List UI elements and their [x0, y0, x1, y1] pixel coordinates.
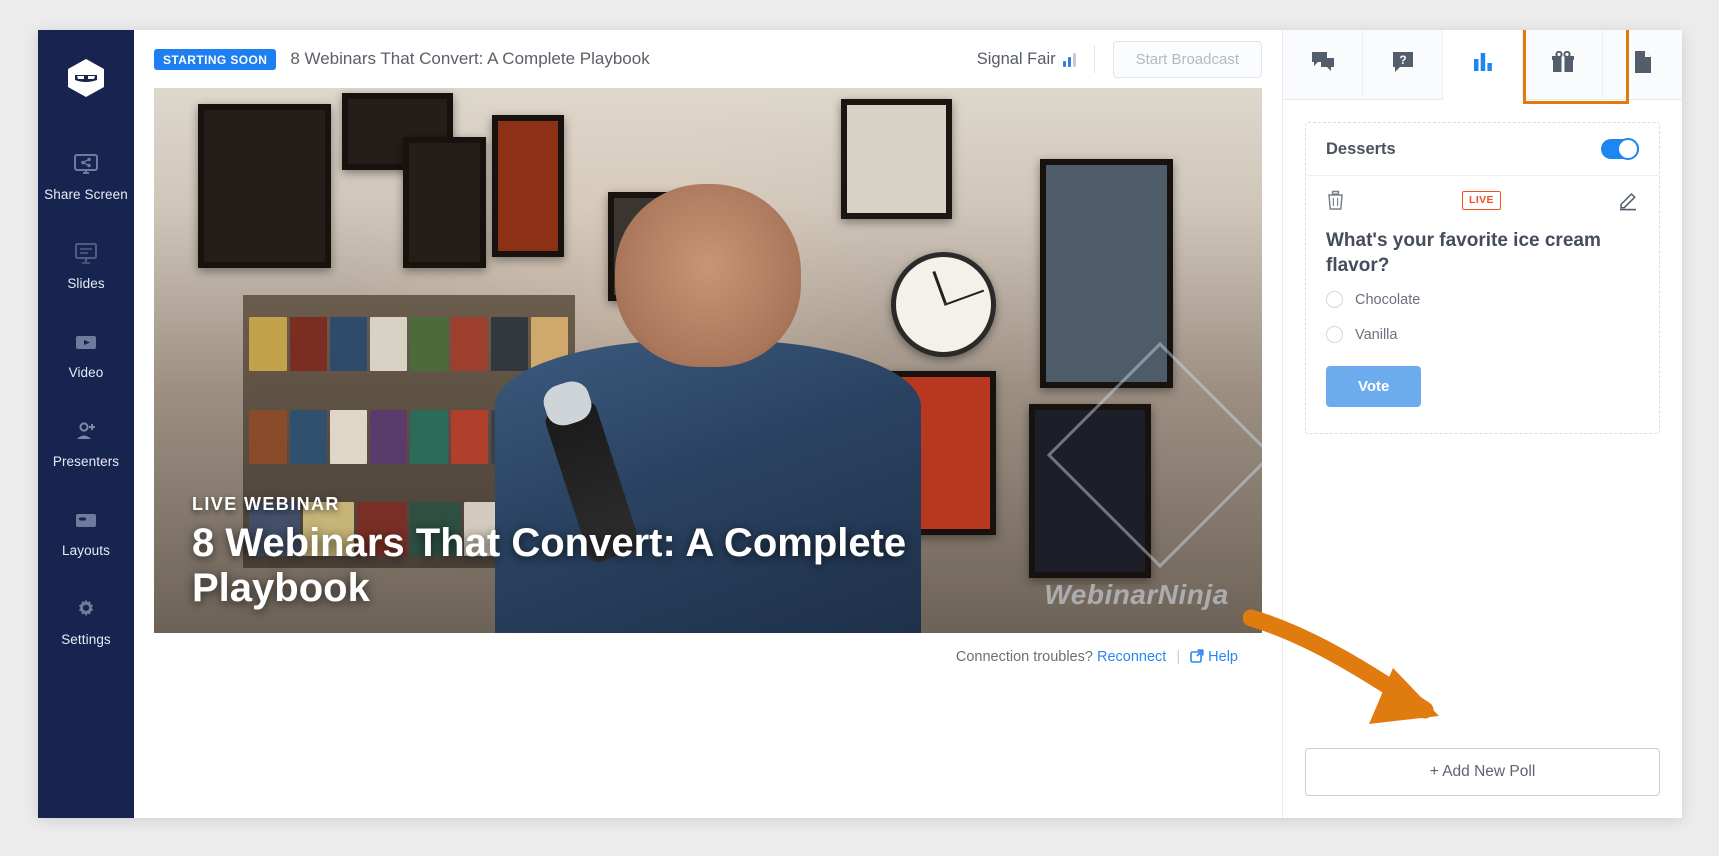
presenter-head — [614, 184, 802, 368]
ninja-mask-logo[interactable] — [64, 56, 108, 105]
document-icon — [1632, 50, 1654, 79]
brand-watermark: WebinarNinja — [1044, 579, 1229, 611]
poll-card-header: Desserts — [1306, 123, 1659, 176]
svg-text:?: ? — [1399, 53, 1406, 67]
sidebar-item-label: Video — [68, 365, 104, 380]
divider — [1093, 45, 1095, 73]
sidebar-item-label: Slides — [67, 276, 105, 291]
panel-tabbar: ? — [1283, 30, 1682, 100]
poll-question: What's your favorite ice cream flavor? — [1326, 230, 1601, 276]
radio-button[interactable] — [1326, 326, 1343, 344]
question-bubble-icon: ? — [1391, 50, 1415, 79]
top-bar-right: Signal Fair Start Broadcast — [976, 40, 1262, 78]
poll-option-chocolate[interactable]: Chocolate — [1306, 282, 1659, 317]
add-new-poll-button[interactable]: + Add New Poll — [1305, 748, 1660, 796]
vote-button[interactable]: Vote — [1326, 366, 1422, 408]
radio-button[interactable] — [1326, 291, 1343, 309]
sidebar-item-video[interactable]: Video — [38, 317, 134, 392]
poll-option-label: Chocolate — [1355, 291, 1421, 308]
tab-chat[interactable] — [1283, 30, 1363, 100]
chat-bubbles-icon — [1310, 50, 1336, 79]
sidebar-item-label: Settings — [61, 632, 111, 647]
sidebar-item-label: Presenters — [52, 454, 120, 469]
gear-icon — [38, 596, 134, 626]
video-preview[interactable]: WebinarNinja LIVE WEBINAR 8 Webinars Tha… — [154, 88, 1262, 633]
wall-poster — [403, 137, 487, 268]
sidebar-item-label: Share Screen — [44, 187, 128, 202]
tab-qa[interactable]: ? — [1363, 30, 1443, 100]
page-title: 8 Webinars That Convert: A Complete Play… — [290, 49, 650, 68]
trash-icon[interactable] — [1326, 190, 1345, 211]
sidebar-item-slides[interactable]: Slides — [38, 228, 134, 303]
external-link-icon — [1190, 649, 1208, 665]
signal-status-label: Signal Fair — [976, 49, 1056, 68]
top-bar: STARTING SOON 8 Webinars That Convert: A… — [134, 30, 1282, 88]
left-sidebar: Share Screen Slides Video Presenters Lay… — [38, 30, 134, 818]
sidebar-item-layouts[interactable]: Layouts — [38, 495, 134, 570]
add-person-icon — [38, 418, 134, 448]
main-stage: STARTING SOON 8 Webinars That Convert: A… — [134, 30, 1282, 818]
video-play-icon — [38, 329, 134, 359]
screen-share-icon — [38, 151, 134, 181]
poll-name: Desserts — [1326, 139, 1396, 158]
polls-panel-footer: + Add New Poll — [1283, 748, 1682, 818]
right-panel: ? Desserts LIVE What's your favorite ice… — [1243, 30, 1682, 818]
poll-option-label: Vanilla — [1355, 326, 1398, 343]
poll-live-badge: LIVE — [1462, 191, 1501, 210]
sidebar-item-share-screen[interactable]: Share Screen — [38, 139, 134, 214]
wall-poster — [198, 104, 332, 268]
pencil-edit-icon[interactable] — [1618, 190, 1639, 211]
toggle-knob — [1617, 138, 1639, 160]
footer-separator: | — [1176, 649, 1181, 665]
polls-panel-body: Desserts LIVE What's your favorite ice c… — [1283, 100, 1682, 748]
tab-offers[interactable] — [1523, 30, 1603, 100]
help-link[interactable]: Help — [1208, 649, 1238, 665]
status-badge: STARTING SOON — [154, 48, 277, 70]
bar-chart-icon — [1471, 51, 1495, 78]
layout-grid-icon — [38, 507, 134, 537]
sidebar-item-label: Layouts — [62, 543, 110, 558]
video-title-overlay: LIVE WEBINAR 8 Webinars That Convert: A … — [192, 494, 990, 611]
sidebar-item-presenters[interactable]: Presenters — [38, 406, 134, 481]
poll-enabled-toggle[interactable] — [1601, 138, 1639, 160]
overlay-title: 8 Webinars That Convert: A Complete Play… — [192, 521, 907, 611]
poll-actions-row: LIVE — [1306, 176, 1659, 217]
overlay-eyebrow: LIVE WEBINAR — [192, 494, 340, 515]
video-area: WebinarNinja LIVE WEBINAR 8 Webinars Tha… — [134, 88, 1282, 665]
tab-handouts[interactable] — [1603, 30, 1682, 100]
reconnect-link[interactable]: Reconnect — [1097, 649, 1166, 665]
presentation-slides-icon — [38, 240, 134, 270]
tab-polls[interactable] — [1443, 30, 1523, 100]
signal-bars-icon — [1062, 52, 1076, 67]
poll-option-vanilla[interactable]: Vanilla — [1306, 317, 1659, 352]
sidebar-item-settings[interactable]: Settings — [38, 584, 134, 659]
connection-footer: Connection troubles? Reconnect | Help — [154, 633, 1262, 665]
poll-card: Desserts LIVE What's your favorite ice c… — [1305, 122, 1660, 435]
webinar-studio-window: Share Screen Slides Video Presenters Lay… — [38, 30, 1682, 818]
gift-icon — [1551, 50, 1575, 79]
connection-prompt: Connection troubles? — [955, 649, 1093, 665]
start-broadcast-button[interactable]: Start Broadcast — [1112, 40, 1262, 78]
